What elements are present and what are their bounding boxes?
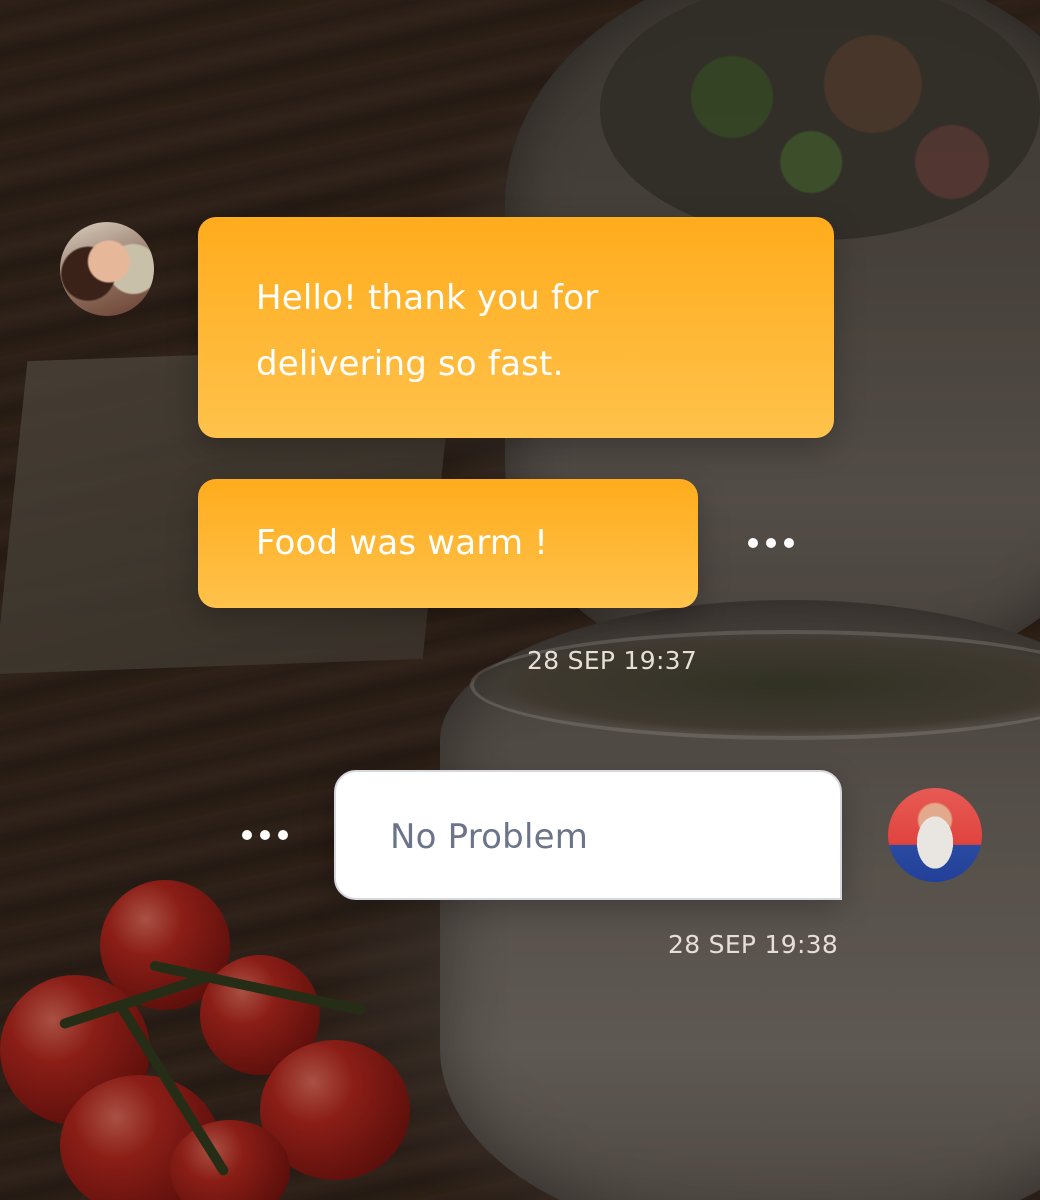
more-options-button[interactable] [748,538,794,548]
customer-avatar[interactable] [60,222,154,316]
more-dots-icon [766,538,776,548]
message-text-line: Hello! thank you for [256,278,599,318]
message-text-line: delivering so fast. [256,344,564,384]
message-bubble-outgoing[interactable]: Food was warm ! [198,479,698,608]
message-text: No Problem [390,817,589,857]
message-timestamp: 28 SEP 19:37 [527,646,698,675]
message-text: Food was warm ! [256,523,549,563]
more-options-button[interactable] [242,830,288,840]
message-text: Hello! thank you for delivering so fast. [256,265,598,397]
message-timestamp: 28 SEP 19:38 [668,930,839,959]
message-bubble-incoming[interactable]: No Problem [334,770,842,900]
more-dots-icon [784,538,794,548]
more-dots-icon [748,538,758,548]
courier-avatar[interactable] [888,788,982,882]
more-dots-icon [278,830,288,840]
more-dots-icon [242,830,252,840]
message-bubble-outgoing[interactable]: Hello! thank you for delivering so fast. [198,217,834,438]
more-dots-icon [260,830,270,840]
